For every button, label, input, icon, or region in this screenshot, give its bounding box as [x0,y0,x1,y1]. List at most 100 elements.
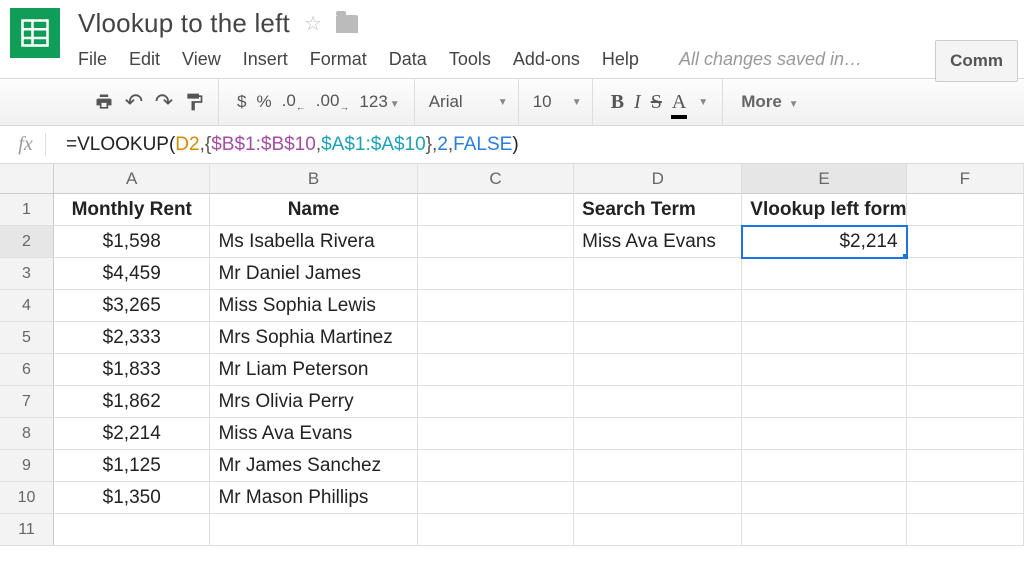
row-header-2[interactable]: 2 [0,226,54,258]
column-header-A[interactable]: A [54,164,210,194]
cell-D3[interactable] [574,258,742,290]
italic-button[interactable]: I [634,91,641,114]
cell-F2[interactable] [907,226,1024,258]
cell-E1[interactable]: Vlookup left formula [742,194,906,226]
cell-C9[interactable] [418,450,574,482]
cell-F8[interactable] [907,418,1024,450]
folder-icon[interactable] [336,15,358,33]
cell-D11[interactable] [574,514,742,546]
cell-A10[interactable]: $1,350 [54,482,210,514]
row-header-3[interactable]: 3 [0,258,54,290]
increase-decimal-button[interactable]: .00→ [316,91,350,113]
cell-E3[interactable] [742,258,906,290]
row-header-7[interactable]: 7 [0,386,54,418]
menu-format[interactable]: Format [310,49,367,70]
font-family-dropdown[interactable]: Arial▼ [419,79,519,125]
cell-D1[interactable]: Search Term [574,194,742,226]
row-header-9[interactable]: 9 [0,450,54,482]
decrease-decimal-button[interactable]: .0← [282,91,306,113]
cell-B8[interactable]: Miss Ava Evans [210,418,417,450]
print-icon[interactable] [94,92,114,112]
cell-D8[interactable] [574,418,742,450]
menu-help[interactable]: Help [602,49,639,70]
cell-A9[interactable]: $1,125 [54,450,210,482]
strikethrough-button[interactable]: S [651,91,662,114]
cell-E7[interactable] [742,386,906,418]
format-currency-button[interactable]: $ [237,92,246,112]
cell-A8[interactable]: $2,214 [54,418,210,450]
cell-F3[interactable] [907,258,1024,290]
cell-D9[interactable] [574,450,742,482]
menu-data[interactable]: Data [389,49,427,70]
cell-A1[interactable]: Monthly Rent [54,194,210,226]
chevron-down-icon[interactable]: ▼ [698,97,708,108]
row-header-10[interactable]: 10 [0,482,54,514]
menu-tools[interactable]: Tools [449,49,491,70]
cell-B5[interactable]: Mrs Sophia Martinez [210,322,417,354]
cell-B3[interactable]: Mr Daniel James [210,258,417,290]
cell-D10[interactable] [574,482,742,514]
menu-addons[interactable]: Add-ons [513,49,580,70]
row-header-5[interactable]: 5 [0,322,54,354]
cell-A4[interactable]: $3,265 [54,290,210,322]
cell-F6[interactable] [907,354,1024,386]
font-size-dropdown[interactable]: 10▼ [523,79,593,125]
column-header-D[interactable]: D [574,164,742,194]
sheets-logo[interactable] [10,8,60,58]
cell-D7[interactable] [574,386,742,418]
cell-A6[interactable]: $1,833 [54,354,210,386]
star-icon[interactable]: ☆ [304,11,322,36]
cell-F7[interactable] [907,386,1024,418]
cell-C6[interactable] [418,354,574,386]
cell-B11[interactable] [210,514,417,546]
bold-button[interactable]: B [611,91,624,114]
select-all-corner[interactable] [0,164,54,194]
comments-button[interactable]: Comm [935,40,1018,82]
cell-B2[interactable]: Ms Isabella Rivera [210,226,417,258]
column-header-C[interactable]: C [418,164,574,194]
cell-C2[interactable] [418,226,574,258]
cell-C7[interactable] [418,386,574,418]
cell-D4[interactable] [574,290,742,322]
formula-input[interactable]: =VLOOKUP(D2,{$B$1:$B$10,$A$1:$A$10},2,FA… [66,134,519,156]
cell-E6[interactable] [742,354,906,386]
cell-A2[interactable]: $1,598 [54,226,210,258]
cell-B1[interactable]: Name [210,194,417,226]
format-percent-button[interactable]: % [256,92,271,112]
cell-F9[interactable] [907,450,1024,482]
cell-F10[interactable] [907,482,1024,514]
cell-D6[interactable] [574,354,742,386]
menu-view[interactable]: View [182,49,221,70]
cell-E9[interactable] [742,450,906,482]
column-header-F[interactable]: F [907,164,1024,194]
cell-E4[interactable] [742,290,906,322]
paint-format-icon[interactable] [184,92,204,112]
cell-E8[interactable] [742,418,906,450]
cell-E5[interactable] [742,322,906,354]
more-button[interactable]: More ▼ [741,92,798,112]
row-header-1[interactable]: 1 [0,194,54,226]
cell-E2[interactable]: $2,214 [742,226,906,258]
cell-A3[interactable]: $4,459 [54,258,210,290]
row-header-4[interactable]: 4 [0,290,54,322]
cell-B9[interactable]: Mr James Sanchez [210,450,417,482]
number-format-button[interactable]: 123▼ [359,92,399,112]
formula-bar[interactable]: fx =VLOOKUP(D2,{$B$1:$B$10,$A$1:$A$10},2… [0,126,1024,164]
menu-file[interactable]: File [78,49,107,70]
cell-A7[interactable]: $1,862 [54,386,210,418]
cell-F5[interactable] [907,322,1024,354]
cell-C8[interactable] [418,418,574,450]
column-header-B[interactable]: B [210,164,417,194]
cell-C1[interactable] [418,194,574,226]
text-color-button[interactable]: A [672,91,686,114]
cell-B4[interactable]: Miss Sophia Lewis [210,290,417,322]
cell-C10[interactable] [418,482,574,514]
row-header-11[interactable]: 11 [0,514,54,546]
cell-B10[interactable]: Mr Mason Phillips [210,482,417,514]
cell-F1[interactable] [907,194,1024,226]
cell-A5[interactable]: $2,333 [54,322,210,354]
cell-E11[interactable] [742,514,906,546]
cell-F4[interactable] [907,290,1024,322]
row-header-8[interactable]: 8 [0,418,54,450]
cell-C5[interactable] [418,322,574,354]
